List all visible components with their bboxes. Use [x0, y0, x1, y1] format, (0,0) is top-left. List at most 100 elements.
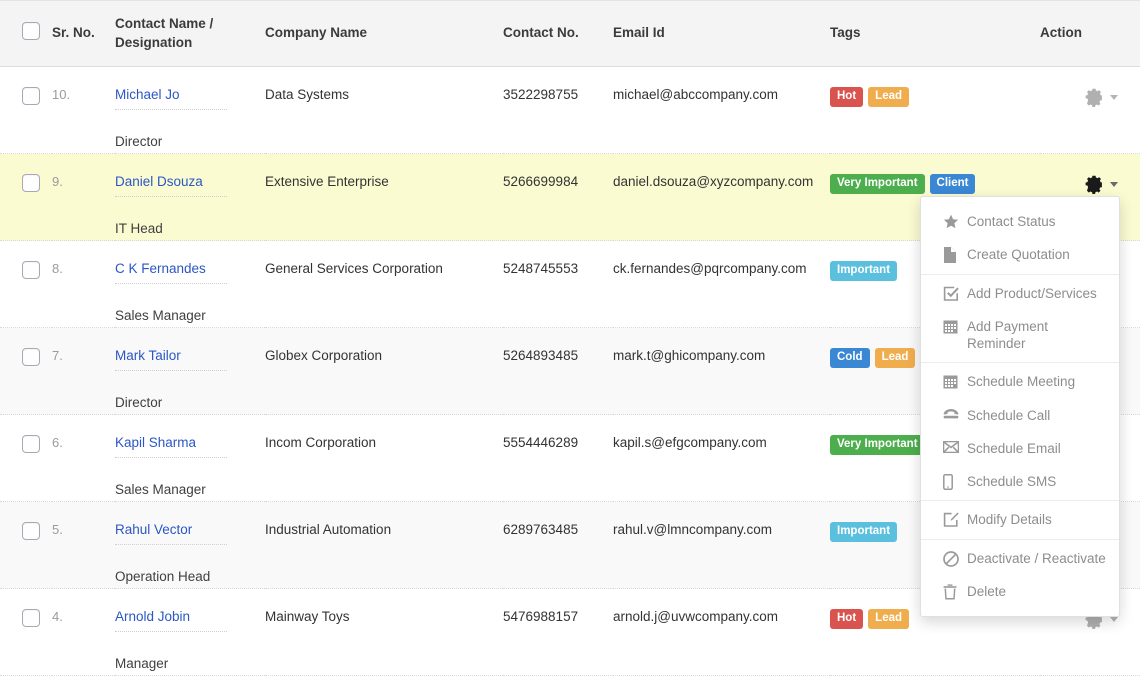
chevron-down-icon	[1110, 616, 1118, 622]
menu-item-create-quotation[interactable]: Create Quotation	[921, 238, 1119, 271]
row-email-cell: arnold.j@uvwcompany.com	[613, 588, 830, 676]
row-email-cell: ck.fernandes@pqrcompany.com	[613, 240, 830, 328]
contact-designation: Manager	[115, 631, 227, 671]
row-name-cell: Rahul Vector Operation Head	[115, 501, 265, 589]
row-company-cell: Data Systems	[265, 66, 503, 154]
row-phone-cell: 6289763485	[503, 501, 613, 589]
tag-badge[interactable]: Lead	[868, 87, 910, 107]
column-header-email[interactable]: Email Id	[613, 0, 830, 67]
menu-item-add-product-services[interactable]: Add Product/Services	[921, 277, 1119, 310]
row-company-cell: Incom Corporation	[265, 414, 503, 502]
menu-item-contact-status[interactable]: Contact Status	[921, 205, 1119, 238]
menu-item-label: Deactivate / Reactivate	[967, 550, 1106, 566]
row-phone-cell: 5266699984	[503, 153, 613, 241]
contact-name-link[interactable]: Arnold Jobin	[115, 609, 190, 624]
action-dropdown-menu[interactable]: Contact Status Create Quotation Add Produc…	[920, 196, 1120, 618]
row-phone-cell: 5476988157	[503, 588, 613, 676]
menu-item-schedule-call[interactable]: Schedule Call	[921, 399, 1119, 432]
menu-item-delete[interactable]: Delete	[921, 575, 1119, 608]
row-srno-cell: 6.	[52, 414, 115, 502]
pencil-square-icon	[943, 512, 967, 528]
contact-name-link[interactable]: Daniel Dsouza	[115, 174, 203, 189]
menu-group: Schedule Meeting Schedule Call Schedule Em…	[921, 362, 1119, 500]
row-email-cell: rahul.v@lmncompany.com	[613, 501, 830, 589]
tag-list: Hot Lead	[830, 87, 1040, 107]
phone-icon	[943, 408, 967, 422]
row-srno-cell: 5.	[52, 501, 115, 589]
contact-name-link[interactable]: C K Fernandes	[115, 261, 206, 276]
menu-item-schedule-email[interactable]: Schedule Email	[921, 432, 1119, 465]
row-select-checkbox[interactable]	[22, 348, 40, 366]
row-name-cell: C K Fernandes Sales Manager	[115, 240, 265, 328]
contact-designation: Director	[115, 109, 227, 149]
row-action-gear-button[interactable]	[1084, 174, 1118, 194]
row-action-gear-button[interactable]	[1084, 87, 1118, 107]
column-header-action: Action	[1040, 0, 1140, 67]
tag-badge[interactable]: Hot	[830, 609, 864, 629]
row-select-checkbox[interactable]	[22, 522, 40, 540]
menu-item-deactivate-reactivate[interactable]: Deactivate / Reactivate	[921, 542, 1119, 575]
column-header-checkbox	[0, 0, 52, 67]
tag-badge[interactable]: Cold	[830, 348, 870, 368]
row-srno: 7.	[52, 348, 63, 363]
row-checkbox-cell	[0, 501, 52, 589]
column-header-tags[interactable]: Tags	[830, 0, 1040, 67]
tag-badge[interactable]: Very Important	[830, 174, 925, 194]
row-srno-cell: 10.	[52, 66, 115, 154]
menu-item-label: Schedule SMS	[967, 474, 1057, 490]
row-select-checkbox[interactable]	[22, 174, 40, 192]
tag-badge[interactable]: Very Important	[830, 435, 925, 455]
menu-group: Contact Status Create Quotation	[921, 203, 1119, 274]
row-srno: 6.	[52, 435, 63, 450]
column-header-phone[interactable]: Contact No.	[503, 0, 613, 67]
check-square-icon	[943, 286, 967, 302]
row-action-cell	[1040, 66, 1140, 154]
chevron-down-icon	[1110, 181, 1118, 187]
contact-name-link[interactable]: Rahul Vector	[115, 522, 192, 537]
tag-badge[interactable]: Lead	[874, 348, 916, 368]
table-row[interactable]: 10. Michael Jo Director Data Systems 3522298…	[0, 66, 1140, 154]
column-header-srno[interactable]: Sr. No.	[52, 0, 115, 67]
row-name-cell: Arnold Jobin Manager	[115, 588, 265, 676]
row-email-cell: kapil.s@efgcompany.com	[613, 414, 830, 502]
calendar-icon	[943, 374, 967, 389]
menu-item-label: Add Product/Services	[967, 285, 1097, 301]
column-header-name-label: Contact Name / Designation	[115, 16, 214, 50]
contact-name-link[interactable]: Michael Jo	[115, 87, 180, 102]
tag-badge[interactable]: Hot	[830, 87, 864, 107]
column-header-name[interactable]: Contact Name / Designation	[115, 0, 265, 67]
row-company-cell: Industrial Automation	[265, 501, 503, 589]
row-phone-cell: 5264893485	[503, 327, 613, 415]
row-company-cell: Globex Corporation	[265, 327, 503, 415]
tag-badge[interactable]: Important	[830, 522, 898, 542]
row-select-checkbox[interactable]	[22, 435, 40, 453]
menu-item-modify-details[interactable]: Modify Details	[921, 503, 1119, 536]
tag-badge[interactable]: Lead	[868, 609, 910, 629]
row-tags-cell: Hot Lead	[830, 66, 1040, 154]
row-srno: 5.	[52, 522, 63, 537]
row-company-cell: General Services Corporation	[265, 240, 503, 328]
tag-badge[interactable]: Client	[929, 174, 976, 194]
menu-item-label: Create Quotation	[967, 247, 1070, 263]
select-all-checkbox[interactable]	[22, 21, 40, 40]
column-header-company[interactable]: Company Name	[265, 0, 503, 67]
ban-icon	[943, 550, 967, 567]
contact-designation: Director	[115, 370, 227, 410]
row-select-checkbox[interactable]	[22, 261, 40, 279]
row-checkbox-cell	[0, 588, 52, 676]
document-icon	[943, 247, 967, 264]
menu-item-label: Schedule Call	[967, 407, 1051, 423]
tag-badge[interactable]: Important	[830, 261, 898, 281]
contact-name-link[interactable]: Mark Tailor	[115, 348, 181, 363]
menu-group: Modify Details	[921, 500, 1119, 538]
menu-item-add-payment-reminder[interactable]: Add Payment Reminder	[921, 310, 1119, 361]
mobile-icon	[943, 474, 967, 491]
row-select-checkbox[interactable]	[22, 87, 40, 105]
row-srno: 8.	[52, 261, 63, 276]
menu-item-schedule-sms[interactable]: Schedule SMS	[921, 465, 1119, 498]
row-name-cell: Mark Tailor Director	[115, 327, 265, 415]
row-select-checkbox[interactable]	[22, 609, 40, 627]
contact-name-link[interactable]: Kapil Sharma	[115, 435, 196, 450]
row-phone-cell: 5248745553	[503, 240, 613, 328]
menu-item-schedule-meeting[interactable]: Schedule Meeting	[921, 365, 1119, 398]
